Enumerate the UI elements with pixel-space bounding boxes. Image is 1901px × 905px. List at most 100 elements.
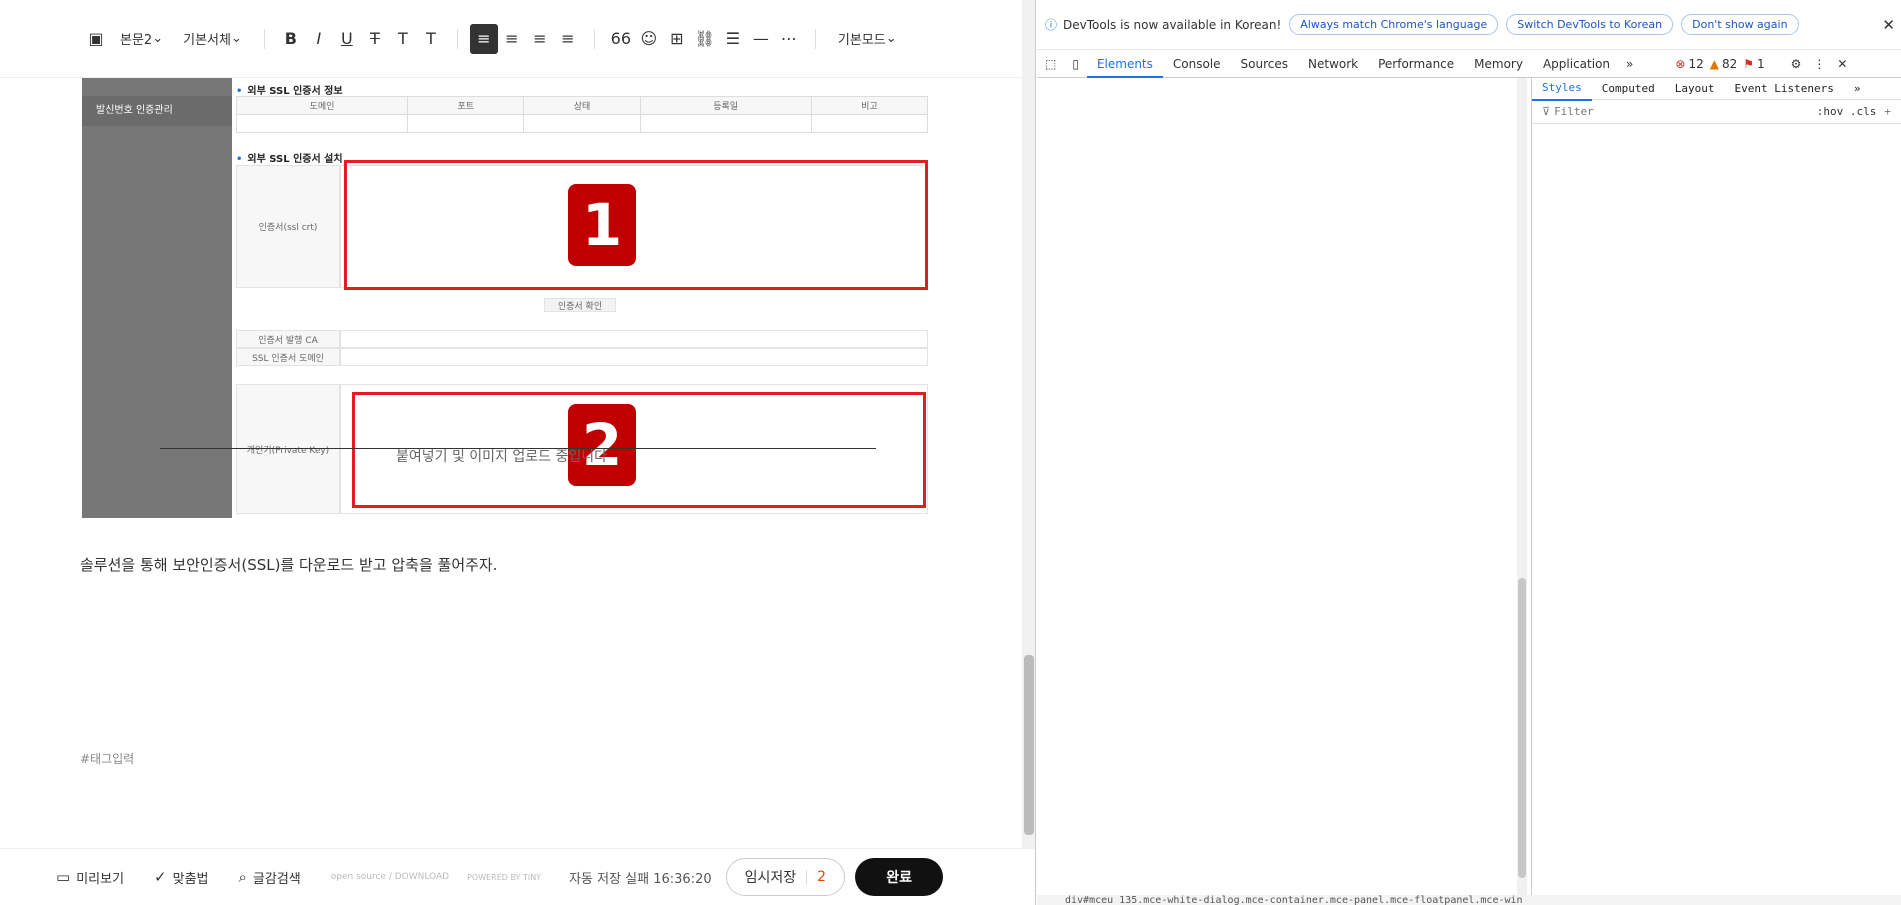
font-style-select[interactable]: 본문2 ⌄	[110, 24, 173, 54]
language-infobar: ⓘ DevTools is now available in Korean! A…	[1037, 0, 1901, 50]
text-color-button[interactable]: T	[389, 24, 417, 54]
scrollbar-thumb[interactable]	[1518, 578, 1526, 878]
mode-select[interactable]: 기본모드 ⌄	[828, 24, 907, 54]
domain-label: SSL 인증서 도메인	[236, 348, 340, 366]
temp-save-label: 임시저장	[744, 870, 797, 886]
tab-event-listeners[interactable]: Event Listeners	[1724, 78, 1843, 100]
font-style-label: 본문2	[120, 33, 153, 48]
filter-icon: ⊽	[1542, 105, 1551, 118]
match-language-button[interactable]: Always match Chrome's language	[1289, 14, 1499, 35]
styles-pane: Styles Computed Layout Event Listeners »…	[1531, 78, 1901, 905]
confirm-cert-button: 인증서 확인	[544, 298, 616, 312]
styles-filter[interactable]: ⊽ Filter :hov .cls +	[1532, 100, 1901, 124]
font-family-select[interactable]: 기본서체 ⌄	[173, 24, 252, 54]
post-paragraph[interactable]: 솔루션을 통해 보안인증서(SSL)를 다운로드 받고 압축을 풀어주자.	[80, 554, 497, 575]
tag-input[interactable]: #태그입력	[80, 750, 134, 767]
table-row	[235, 114, 929, 133]
step-badge: 1	[568, 184, 636, 266]
tab-console[interactable]: Console	[1163, 50, 1231, 78]
bottom-bar: ▭ 미리보기 ✓ 맞춤법 ⌕ 글감검색 open source / DOWNLOAD …	[0, 848, 1035, 905]
tab-network[interactable]: Network	[1298, 50, 1368, 78]
devtools-tabs: ⬚ ▯ Elements Console Sources Network Per…	[1037, 50, 1901, 78]
italic-button[interactable]: I	[305, 24, 333, 54]
styles-tabs: Styles Computed Layout Event Listeners »	[1532, 77, 1901, 101]
tab-styles[interactable]: Styles	[1532, 77, 1592, 101]
tab-elements[interactable]: Elements	[1086, 50, 1163, 78]
ssl-info-table: 도메인 포트 상태 등록일 비고	[235, 96, 929, 133]
new-rule-icon[interactable]: +	[1884, 105, 1891, 118]
table-header: 도메인	[235, 96, 409, 115]
dom-scrollbar[interactable]	[1517, 78, 1527, 895]
list-icon[interactable]: ☰	[719, 24, 747, 54]
preview-label: 미리보기	[76, 871, 125, 887]
image-icon[interactable]: ▣	[82, 24, 110, 54]
horizontal-rule-icon[interactable]: —	[747, 24, 775, 54]
material-search-button[interactable]: ⌕ 글감검색	[239, 868, 301, 887]
strikethrough-button[interactable]: T	[361, 24, 389, 54]
table-icon[interactable]: ⊞	[663, 24, 691, 54]
scrollbar-thumb[interactable]	[1024, 655, 1034, 835]
issue-count[interactable]: 1	[1757, 57, 1765, 71]
sidebar-item-label: 발신번호 인증관리	[82, 96, 232, 126]
spellcheck-icon: ✓	[154, 868, 167, 886]
quote-icon[interactable]: 66	[607, 24, 635, 54]
background-color-button[interactable]: T	[417, 24, 445, 54]
ca-label: 인증서 발행 CA	[236, 330, 340, 348]
tab-sources[interactable]: Sources	[1231, 50, 1298, 78]
highlight-box	[344, 160, 928, 290]
temp-save-count: 2	[817, 869, 827, 885]
inspect-icon[interactable]: ⬚	[1037, 57, 1064, 71]
tab-application[interactable]: Application	[1533, 50, 1620, 78]
preview-button[interactable]: ▭ 미리보기	[56, 868, 124, 887]
filter-input[interactable]: Filter	[1554, 105, 1594, 118]
editor-scrollbar[interactable]	[1022, 0, 1035, 848]
chevron-down-icon: ⌄	[152, 31, 164, 46]
emoji-icon[interactable]: ☺	[635, 24, 663, 54]
divider	[806, 870, 808, 884]
bold-button[interactable]: B	[277, 24, 305, 54]
devtools-panel: ⓘ DevTools is now available in Korean! A…	[1037, 0, 1901, 905]
align-center-button[interactable]: ≡	[498, 24, 526, 54]
table-header: 등록일	[639, 96, 812, 115]
editor-toolbar: ▣ 본문2 ⌄ 기본서체 ⌄ B I U T T T ≡ ≡ ≡ ≡ 66 ☺ ⊞ …	[0, 0, 1024, 78]
align-right-button[interactable]: ≡	[526, 24, 554, 54]
divider	[593, 28, 595, 49]
close-icon[interactable]: ✕	[1882, 16, 1895, 34]
link-icon[interactable]: ⛓	[691, 24, 719, 54]
temp-save-button[interactable]: 임시저장 2	[725, 858, 846, 896]
opensource-link[interactable]: open source / DOWNLOAD	[331, 872, 449, 882]
more-tabs-icon[interactable]: »	[1844, 78, 1871, 100]
section-title: 외부 SSL 인증서 설치	[236, 150, 342, 165]
ca-field	[340, 330, 928, 348]
more-tabs-icon[interactable]: »	[1620, 57, 1639, 71]
more-icon[interactable]: ⋯	[775, 24, 803, 54]
upload-hint: 붙여넣기 및 이미지 업로드 중입니다	[396, 449, 607, 465]
table-header: 포트	[407, 96, 525, 115]
error-icon: ⊗	[1675, 56, 1686, 71]
align-left-button[interactable]: ≡	[469, 23, 498, 54]
warning-count[interactable]: 82	[1722, 57, 1737, 71]
mode-label: 기본모드	[837, 33, 886, 48]
spellcheck-button[interactable]: ✓ 맞춤법	[154, 868, 208, 887]
cert-label: 인증서(ssl crt)	[236, 165, 340, 288]
table-header: 상태	[523, 96, 641, 115]
filter-tools[interactable]: :hov .cls	[1817, 105, 1877, 118]
dont-show-button[interactable]: Don't show again	[1681, 14, 1799, 35]
domain-field	[340, 348, 928, 366]
embedded-screenshot: 발신번호 인증관리 외부 SSL 인증서 정보 도메인 포트 상태 등록일 비고…	[82, 78, 930, 518]
tab-memory[interactable]: Memory	[1464, 50, 1533, 78]
align-justify-button[interactable]: ≡	[554, 24, 582, 54]
publish-button[interactable]: 완료	[855, 858, 944, 896]
device-toggle-icon[interactable]: ▯	[1064, 57, 1087, 71]
settings-icon[interactable]: ⚙	[1791, 57, 1802, 71]
error-count[interactable]: 12	[1688, 57, 1703, 71]
tab-computed[interactable]: Computed	[1592, 78, 1665, 100]
close-icon[interactable]: ✕	[1837, 57, 1847, 71]
breadcrumb[interactable]: div#mceu_135.mce-white-dialog.mce-contai…	[1037, 895, 1901, 905]
monitor-icon: ▭	[56, 868, 71, 886]
tab-layout[interactable]: Layout	[1665, 78, 1725, 100]
underline-button[interactable]: U	[333, 24, 361, 54]
tab-performance[interactable]: Performance	[1368, 50, 1464, 78]
switch-korean-button[interactable]: Switch DevTools to Korean	[1506, 14, 1674, 35]
menu-icon[interactable]: ⋮	[1813, 57, 1825, 71]
